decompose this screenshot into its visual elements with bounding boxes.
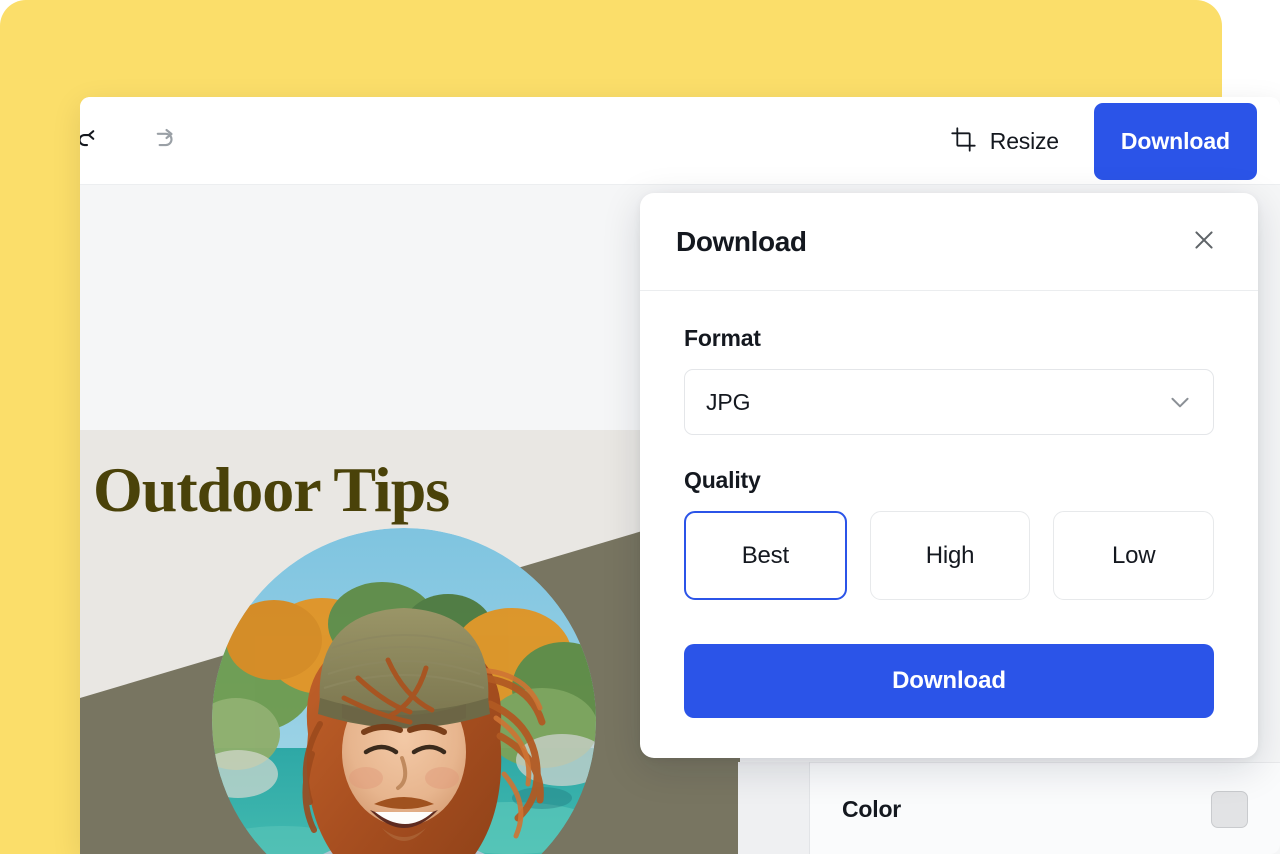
color-label: Color (842, 795, 902, 822)
redo-button[interactable] (144, 121, 184, 161)
format-label: Format (684, 325, 761, 351)
quality-label: Quality (684, 467, 761, 493)
crop-icon (950, 126, 977, 156)
close-button[interactable] (1186, 224, 1222, 260)
toolbar-right-group: Resize Download (944, 97, 1257, 185)
properties-panel-strip (738, 762, 810, 854)
toolbar-download-button[interactable]: Download (1093, 102, 1257, 180)
toolbar-left-group (80, 97, 184, 185)
resize-label: Resize (989, 127, 1059, 154)
editor-toolbar: Resize Download (80, 97, 1280, 185)
format-select-value: JPG (706, 388, 751, 415)
redo-arrow-icon (149, 125, 179, 158)
quality-options: Best High Low (684, 511, 1215, 600)
format-select[interactable]: JPG (684, 369, 1214, 435)
undo-button[interactable] (80, 121, 112, 161)
color-property-row[interactable]: Color (810, 763, 1280, 854)
undo-arrow-icon (80, 125, 107, 158)
resize-button[interactable]: Resize (944, 118, 1065, 164)
field-spacer (684, 435, 1214, 467)
canvas-title[interactable]: Outdoor Tips (93, 458, 450, 522)
quality-option-best[interactable]: Best (684, 511, 847, 600)
dialog-body: Format JPG Quality Best High Low Downloa… (640, 291, 1258, 718)
screenshot-stage: Resize Download Outdoor Tips Color Downl… (0, 0, 1280, 854)
color-swatch-button[interactable] (1211, 790, 1248, 828)
dialog-title: Download (676, 225, 807, 257)
properties-panel: Color (810, 762, 1280, 854)
dialog-header: Download (640, 193, 1258, 291)
close-x-icon (1191, 227, 1217, 256)
dialog-download-button[interactable]: Download (684, 644, 1214, 718)
download-dialog: Download Format JPG Quality Best High Lo… (640, 193, 1258, 758)
quality-option-high[interactable]: High (869, 511, 1031, 600)
quality-option-low[interactable]: Low (1053, 511, 1215, 600)
chevron-down-icon (1167, 389, 1193, 415)
